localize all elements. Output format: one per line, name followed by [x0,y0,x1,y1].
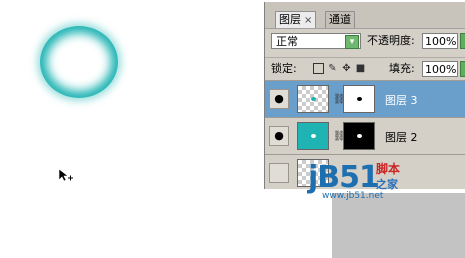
fill-slider-button[interactable] [460,61,465,77]
fill-label: 填充: [389,62,415,75]
lock-position-move-icon[interactable]: ✥ [341,63,352,74]
opacity-input[interactable]: 100% [422,33,458,49]
eye-icon[interactable]: ● [269,89,289,109]
eye-icon[interactable]: ● [269,126,289,146]
tab-channels[interactable]: 通道 [325,11,355,28]
blend-mode-select[interactable]: 正常 ▾ [271,33,361,49]
opacity-label: 不透明度: [367,34,415,47]
tab-channels-label: 通道 [329,13,351,26]
lock-fill-row: 锁定: ✎ ✥ ■ 填充: 100% [265,57,465,80]
layer-mask-thumbnail[interactable] [343,122,375,150]
thumbnail-dot [311,97,316,101]
mask-dot [357,97,362,101]
layer-name: 图层 3 [385,94,418,107]
chevron-down-icon[interactable]: ▾ [345,35,359,49]
fill-input[interactable]: 100% [422,61,458,77]
glowing-ring-shape [40,26,118,98]
tab-layers-label: 图层 [279,13,301,26]
layer-thumbnail [297,122,329,150]
site-watermark: jB51 脚本 之家 www.jb51.net [308,158,418,204]
blend-opacity-row: 正常 ▾ 不透明度: 100% [265,30,465,54]
mask-dot [357,134,362,138]
watermark-chars-bottom: 之家 [376,178,398,191]
lock-label: 锁定: [271,62,297,75]
lock-all-padlock-icon[interactable]: ■ [355,63,366,74]
close-icon[interactable]: × [304,15,312,26]
tab-layers[interactable]: 图层 × [275,11,317,28]
layer-row-2[interactable]: ● ⛓ 图层 2 [265,117,465,154]
blend-mode-value: 正常 [276,35,298,48]
watermark-chars-top: 脚本 [376,162,401,176]
thumbnail-dot [311,134,316,138]
panel-tab-bar: 图层 × 通道 [265,2,465,29]
eye-empty-slot[interactable] [269,163,289,183]
lock-transparency-icon[interactable] [313,63,324,74]
opacity-slider-button[interactable] [460,33,465,49]
lock-image-brush-icon[interactable]: ✎ [327,63,338,74]
layer-thumbnail [297,85,329,113]
layer-mask-thumbnail[interactable] [343,85,375,113]
layer-name: 图层 2 [385,131,418,144]
watermark-url: www.jb51.net [322,191,384,201]
watermark-logo: jB51 [308,160,380,195]
move-cursor-icon [58,168,73,182]
layer-row-3[interactable]: ● ⛓ 图层 3 [265,80,465,117]
